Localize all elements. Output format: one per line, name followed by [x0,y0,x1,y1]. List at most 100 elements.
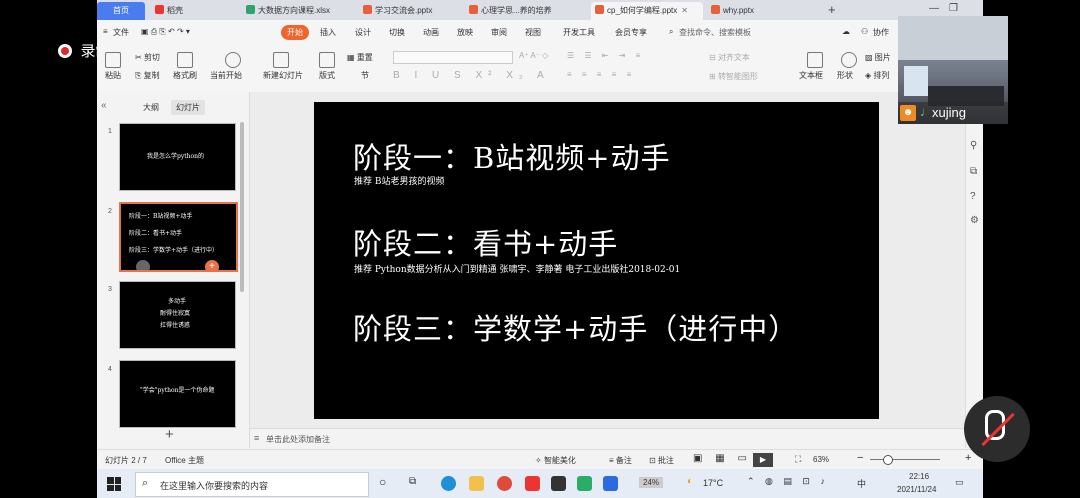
menu-review[interactable]: 审阅 [491,27,507,38]
stage1-title[interactable]: 阶段一：B站视频+动手 [353,135,671,177]
menu-member[interactable]: 会员专享 [615,27,647,38]
play-current-button[interactable] [219,52,241,68]
menu-animation[interactable]: 动画 [423,27,439,38]
add-slide-icon[interactable]: + [205,260,219,270]
stage2-title[interactable]: 阶段二：看书+动手 [353,221,618,263]
video-thumbnail[interactable]: ☻ ♩ xujing [898,16,1008,124]
view-mode-icons[interactable]: ▣ ▦ ▭ [693,453,752,464]
menu-insert[interactable]: 插入 [320,27,336,38]
paste-button[interactable] [105,52,121,68]
mute-microphone-button[interactable] [964,396,1030,462]
tab-slides[interactable]: 幻灯片 [171,100,205,115]
collapse-panel-icon[interactable]: « [101,100,107,111]
align-text-button[interactable]: ⊟ 对齐文本 [709,52,750,63]
menu-slideshow[interactable]: 放映 [457,27,473,38]
paste-label[interactable]: 粘贴 [105,70,121,81]
shape-button[interactable]: 形状 [837,70,853,81]
restore-icon[interactable]: ❐ [949,3,958,14]
quick-save-icon[interactable]: ▣ ⎙ ⎘ ↶ ↷ ▾ [141,27,190,37]
new-tab-icon[interactable]: + [828,2,836,17]
wechat-icon[interactable] [577,476,592,491]
picture-button[interactable]: ▨ 图片 [865,52,891,63]
notes-placeholder[interactable]: 单击此处添加备注 [266,434,330,445]
app-icon[interactable] [551,476,566,491]
menu-transition[interactable]: 切换 [389,27,405,38]
panel-scrollbar[interactable] [240,122,244,292]
play-current-label[interactable]: 当前开始 [210,70,242,81]
tab-home[interactable]: 首页 [97,2,145,20]
comment-toggle[interactable]: ⊡ 批注 [649,455,674,466]
tab-study-pptx[interactable]: 学习交流会.pptx [359,2,432,20]
font-size-controls[interactable]: A⁺ A⁻ ◇ [519,51,548,60]
slide-thumbnail-4[interactable]: "学会"python是一个伪命题 [119,360,236,428]
tab-cp-pptx[interactable]: cp_如何学编程.pptx ✕ [591,2,703,20]
close-tab-icon[interactable]: ✕ [681,6,688,15]
zoom-in-icon[interactable]: + [965,452,971,464]
copy-sidebar-icon[interactable]: ⧉ [970,166,977,177]
cut-button[interactable]: ✂ 剪切 [135,52,160,63]
notification-icon[interactable]: ▭ [955,477,964,488]
align-icons[interactable]: ≡ ≡ ≡ ≡ ≡ [567,70,635,79]
task-view-icon[interactable]: ⧉ [409,476,416,487]
add-slide-button[interactable]: + [165,426,174,443]
menu-developer[interactable]: 开发工具 [563,27,595,38]
zoom-slider[interactable] [870,459,940,460]
hamburger-icon[interactable]: ≡ [103,27,108,36]
command-search[interactable]: 查找命令、搜索模板 [679,27,751,38]
chrome-icon[interactable] [497,476,512,491]
slide-thumbnail-3[interactable]: 多动手 耐得住寂寞 扛得住诱惑 [119,281,236,349]
ime-indicator[interactable]: 中 [857,477,866,490]
meeting-icon[interactable] [603,476,618,491]
arrange-button[interactable]: ◈ 排列 [865,70,889,81]
format-painter-button[interactable] [173,52,193,68]
windows-start-icon[interactable] [107,477,121,491]
clock-time[interactable]: 22:16 [909,472,929,481]
zoom-out-icon[interactable]: − [857,452,863,464]
menu-design[interactable]: 设计 [355,27,371,38]
pin-icon[interactable]: ⚲ [970,140,977,151]
copy-button[interactable]: ⎘ 复制 [135,70,160,81]
play-thumb-icon[interactable] [136,260,150,270]
wps-icon[interactable] [525,476,540,491]
current-slide[interactable]: 阶段一：B站视频+动手 推荐 B站老男孩的视频 阶段二：看书+动手 推荐 Pyt… [314,102,879,419]
collab-button[interactable]: 协作 [873,27,889,38]
slide-thumbnail-1[interactable]: 我是怎么学python的 [119,123,236,191]
explorer-icon[interactable] [469,476,484,491]
zoom-level[interactable]: 63% [813,455,829,464]
layout-button[interactable]: 版式 [319,70,335,81]
fit-icon[interactable]: ⛶ [795,454,801,465]
cloud-icon[interactable]: ☁ [842,27,850,36]
file-menu[interactable]: 文件 [113,27,129,38]
stage1-subtitle[interactable]: 推荐 B站老男孩的视频 [354,174,444,187]
stage2-subtitle[interactable]: 推荐 Python数据分析从入门到精通 张啸宇、李静著 电子工业出版社2018-… [354,262,680,275]
new-slide-button[interactable] [273,52,289,68]
format-painter-label[interactable]: 格式刷 [173,70,197,81]
clock-date[interactable]: 2021/11/24 [897,485,936,494]
minimize-icon[interactable]: — [929,3,939,14]
tab-why-pptx[interactable]: why.pptx [707,2,754,20]
slide-thumbnail-2[interactable]: 阶段一：B站视频+动手 阶段二：看书+动手 阶段三：学数学+动手（进行中） + [119,202,238,272]
reset-button[interactable]: ▦ 重置 [347,52,373,63]
beautify-button[interactable]: ✧ 智能美化 [535,455,576,466]
tab-xlsx[interactable]: 大数据方向课程.xlsx [242,2,330,20]
notes-pane[interactable]: ≡ 单击此处添加备注 [250,428,965,449]
section-button[interactable]: 节 [361,70,369,81]
tab-outline[interactable]: 大纲 [143,102,159,113]
list-icons[interactable]: ☰ ☰ ⇤ ⇥ ≡ [567,51,644,60]
zoom-slider-handle[interactable] [883,455,893,465]
stage3-title[interactable]: 阶段三：学数学+动手（进行中） [353,306,798,348]
edge-icon[interactable] [441,476,456,491]
text-format-icons[interactable]: B I U S X² X₂ A [393,70,550,81]
tab-psychology[interactable]: 心理学思...养的培养 [465,2,552,20]
notes-toggle[interactable]: ≡ 备注 [609,455,632,466]
tab-docer[interactable]: 稻壳 [151,2,183,20]
weather-temp[interactable]: 17°C [703,478,723,488]
menu-view[interactable]: 视图 [525,27,541,38]
font-box[interactable] [393,51,513,64]
textbox-button[interactable]: 文本框 [799,70,823,81]
menu-start[interactable]: 开始 [281,25,309,40]
new-slide-label[interactable]: 新建幻灯片 [263,70,303,81]
tray-icons[interactable]: ⌃ ◍ ▤ ⊡ ♪ [747,476,829,487]
slideshow-play-button[interactable]: ▶ [753,453,773,467]
cortana-icon[interactable]: ○ [379,475,386,489]
